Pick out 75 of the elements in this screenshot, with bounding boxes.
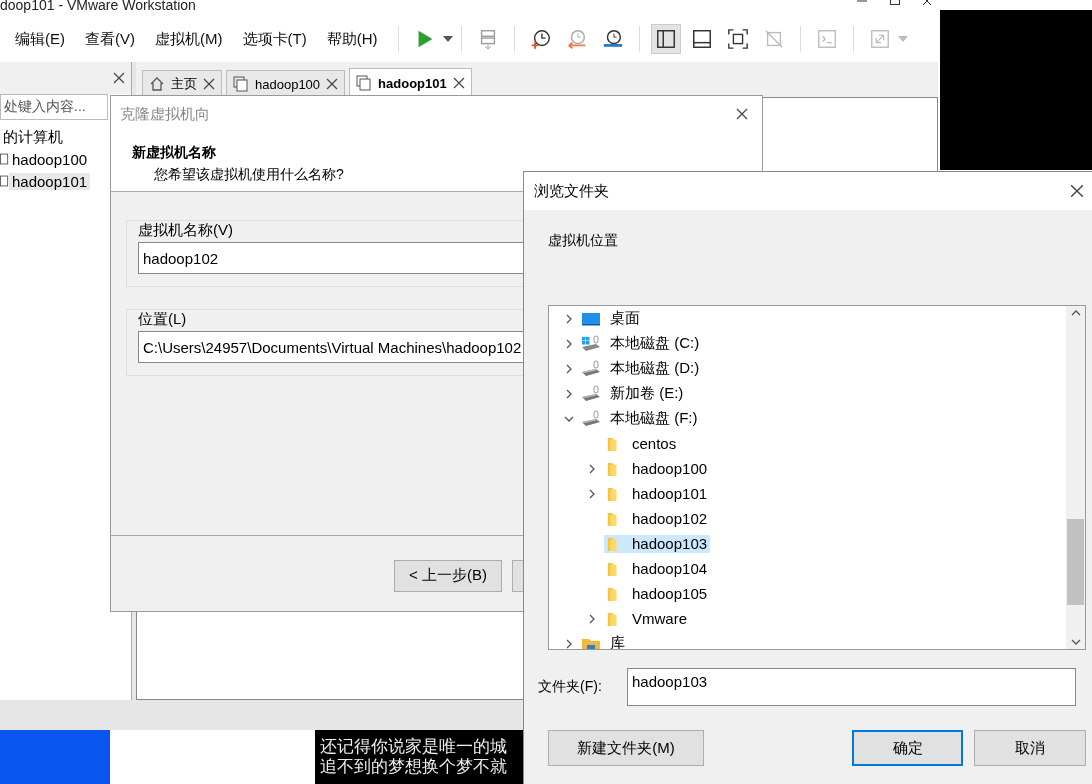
chevron-right-icon[interactable] [587,463,597,474]
tree-item[interactable]: hadoop100 [9,150,91,168]
tree-item[interactable]: hadoop105 [604,584,711,603]
search-field[interactable]: 处键入内容... [0,94,108,120]
tree-item[interactable]: hadoop102 [604,509,711,528]
input-field[interactable]: C:\Users\24957\Documents\Virtual Machines\hadoop102 [138,331,524,363]
caret-icon[interactable] [443,36,454,42]
chevron-right-icon[interactable] [564,388,574,399]
tree-item[interactable]: 本地磁盘 (F:) [607,407,701,430]
input-field[interactable]: hadoop103 [627,668,1076,706]
system-drive-icon [581,334,601,353]
tab[interactable]: hadoop101 [349,68,472,97]
drive-icon [581,359,601,378]
lyrics-text: 还记得你说家是唯一的城 追不到的梦想换个梦不就 [315,730,525,784]
close-icon[interactable] [452,77,465,89]
panel-layout-icon[interactable] [691,28,714,50]
tab[interactable]: hadoop100 [226,70,346,97]
close-icon[interactable] [326,78,339,90]
input-field[interactable]: hadoop102 [138,242,524,274]
tree-item[interactable]: hadoop100 [604,459,711,478]
chevron-right-icon[interactable] [564,363,574,374]
chevron-right-icon[interactable] [564,338,574,349]
back-button[interactable]: < 上一步(B) [394,559,502,592]
vm-icon [0,152,9,166]
step-heading: 新虚拟机名称 [132,144,217,162]
close-icon[interactable] [736,108,748,120]
close-icon[interactable] [1070,184,1084,198]
window-title: doop101 - VMware Workstation [0,0,196,13]
vm-icon [233,76,249,92]
fit-screen-icon[interactable] [727,28,750,50]
menu-item[interactable]: 帮助(H) [319,25,385,53]
clock-plus-icon[interactable] [530,28,553,50]
chevron-right-icon[interactable] [587,488,597,499]
menu-item[interactable]: 选项卡(T) [235,25,314,53]
vm-icon [356,75,373,91]
dialog-title: 克隆虚拟机向 [120,104,210,124]
chevron-right-icon[interactable] [564,638,574,649]
scrollbar[interactable] [1066,306,1085,649]
step-description: 您希望该虚拟机使用什么名称? [154,166,345,184]
tree-item[interactable]: hadoop101 [604,484,711,503]
menu-item[interactable]: 虚拟机(M) [148,25,230,53]
new-folder-button[interactable]: 新建文件夹(M) [548,730,704,766]
home-icon [149,76,165,92]
tab[interactable]: 主页 [142,70,222,97]
menu-item[interactable]: 编辑(E) [8,25,72,53]
tree-item[interactable]: hadoop103 [604,534,711,553]
tree-item[interactable]: hadoop101 [9,172,91,190]
tree-item[interactable]: 库 [607,632,628,649]
tree-item[interactable]: 本地磁盘 (C:) [607,332,703,355]
scroll-down-icon[interactable] [1070,639,1081,645]
scrollbar-thumb[interactable] [1067,519,1084,605]
dialog-description: 虚拟机位置 [548,232,619,250]
vm-icon [0,174,9,188]
field-label: 文件夹(F): [538,678,603,696]
dialog-title: 浏览文件夹 [534,181,609,201]
ok-button[interactable]: 确定 [852,730,963,766]
sidebar-layout-icon[interactable] [655,28,678,50]
tree-item[interactable]: hadoop104 [604,559,711,578]
cancel-button[interactable]: 取消 [974,730,1086,766]
close-icon[interactable] [113,72,125,84]
scroll-up-icon[interactable] [1070,310,1081,316]
tree-item[interactable]: centos [604,434,680,453]
tree-item[interactable]: 桌面 [607,307,643,330]
drive-icon [581,409,601,428]
close-icon[interactable] [203,78,215,90]
menu-item[interactable]: 查看(V) [78,25,142,53]
chevron-right-icon[interactable] [564,313,574,324]
tree-item[interactable]: 本地磁盘 (D:) [607,357,703,380]
drive-icon [581,384,601,403]
tree-item[interactable]: Vmware [604,609,690,628]
field-label: 虚拟机名称(V) [138,221,236,240]
desktop-icon [581,310,601,327]
tree-item[interactable]: 的计算机 [0,127,66,147]
chevron-right-icon[interactable] [587,613,597,624]
tree-item[interactable]: 新加卷 (E:) [607,382,687,405]
